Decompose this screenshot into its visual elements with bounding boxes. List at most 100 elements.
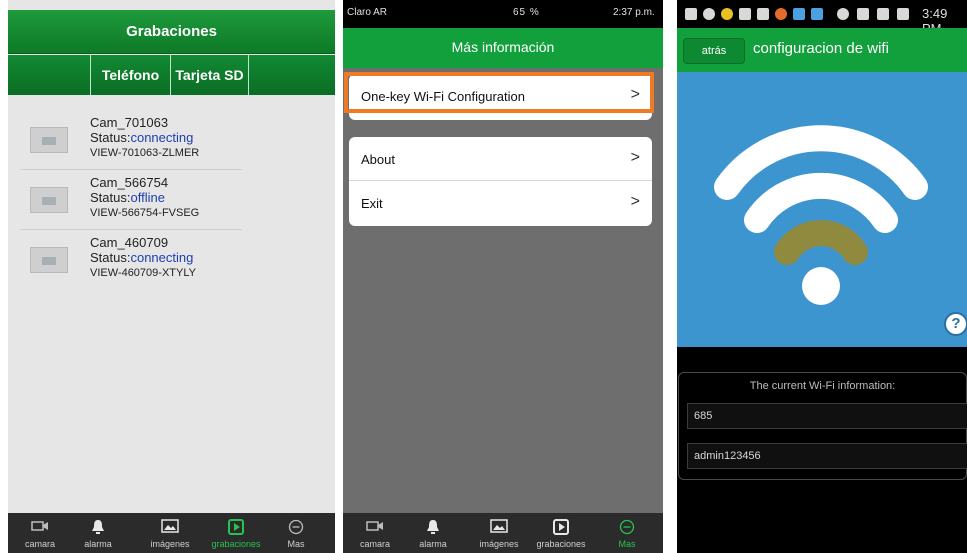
tab-mas[interactable]: Mas bbox=[264, 513, 328, 553]
page-title: configuracion de wifi bbox=[753, 40, 889, 57]
tab-label: Mas bbox=[618, 539, 636, 549]
app-icon bbox=[721, 8, 733, 20]
menu-group-general: About > Exit > bbox=[349, 137, 652, 226]
camera-icon bbox=[31, 521, 48, 531]
list-item[interactable]: Cam_460709 Status:connecting VIEW-460709… bbox=[20, 230, 242, 290]
status-bar: 3:49 PM bbox=[677, 0, 967, 36]
menu-label: About bbox=[361, 152, 395, 167]
video-icon bbox=[42, 257, 56, 265]
tab-label: grabaciones bbox=[211, 539, 261, 549]
camera-status: Status:offline bbox=[90, 190, 165, 205]
tab-label: grabaciones bbox=[536, 539, 586, 549]
chevron-right-icon: > bbox=[630, 193, 640, 210]
camera-name: Cam_460709 bbox=[90, 235, 169, 250]
camera-thumbnail bbox=[30, 127, 68, 153]
tab-alarma[interactable]: alarma bbox=[401, 513, 465, 553]
status-label: Status: bbox=[90, 250, 131, 265]
notification-icon bbox=[757, 8, 769, 20]
tab-sd-card[interactable]: Tarjeta SD bbox=[170, 55, 248, 95]
camera-status: Status:connecting bbox=[90, 250, 193, 265]
battery-icon bbox=[897, 8, 909, 20]
camera-thumbnail bbox=[30, 187, 68, 213]
recordings-list: Cam_701063 Status:connecting VIEW-701063… bbox=[20, 110, 242, 290]
tab-imagenes[interactable]: imágenes bbox=[138, 513, 202, 553]
app-icon bbox=[811, 8, 823, 20]
tab-label: camara bbox=[24, 539, 55, 549]
tab-imagenes[interactable]: imágenes bbox=[467, 513, 531, 553]
tab-mas[interactable]: Mas bbox=[595, 513, 659, 553]
camera-name: Cam_701063 bbox=[90, 115, 169, 130]
usb-icon bbox=[703, 8, 715, 20]
status-bar: Claro AR 65 % 2:37 p.m. bbox=[343, 0, 663, 28]
wifi-illustration: ? bbox=[677, 72, 967, 347]
more-icon bbox=[619, 519, 635, 535]
menu-label: Exit bbox=[361, 196, 383, 211]
app-icon bbox=[793, 8, 805, 20]
storage-tabs: Teléfono Tarjeta SD bbox=[8, 55, 335, 95]
camera-status: Status:connecting bbox=[90, 130, 193, 145]
alarm-icon bbox=[837, 8, 849, 20]
signal-icon bbox=[877, 8, 889, 20]
header-bar: Grabaciones bbox=[8, 10, 335, 54]
tab-blank-right bbox=[248, 55, 335, 95]
tab-label: imágenes bbox=[150, 539, 190, 549]
menu-item-exit[interactable]: Exit > bbox=[349, 181, 652, 225]
list-item[interactable]: Cam_566754 Status:offline VIEW-566754-FV… bbox=[20, 170, 242, 230]
video-icon bbox=[42, 137, 56, 145]
tab-blank bbox=[8, 55, 90, 95]
list-item[interactable]: Cam_701063 Status:connecting VIEW-701063… bbox=[20, 110, 242, 170]
chevron-right-icon: > bbox=[630, 149, 640, 166]
password-field[interactable]: admin123456 bbox=[687, 443, 967, 469]
tab-camara[interactable]: camara bbox=[343, 513, 407, 553]
camera-id: VIEW-701063-ZLMER bbox=[90, 147, 200, 159]
wifi-info-box: The current Wi-Fi information: 685 admin… bbox=[678, 372, 967, 480]
menu-item-about[interactable]: About > bbox=[349, 137, 652, 181]
bottom-tab-bar: camara alarma imágenes grabaciones Mas bbox=[343, 513, 663, 553]
tab-camara[interactable]: camara bbox=[8, 513, 72, 553]
camera-icon bbox=[366, 521, 383, 531]
header-bar: Más información bbox=[343, 28, 663, 68]
notification-icon bbox=[685, 8, 697, 20]
tab-label: Mas bbox=[287, 539, 305, 549]
more-icon bbox=[288, 519, 304, 535]
highlight-box bbox=[344, 72, 654, 113]
header-bar: atrás configuracion de wifi bbox=[677, 28, 967, 72]
tab-grabaciones[interactable]: grabaciones bbox=[529, 513, 593, 553]
camera-thumbnail bbox=[30, 247, 68, 273]
help-button[interactable]: ? bbox=[944, 312, 967, 336]
bell-icon bbox=[92, 520, 104, 534]
wifi-config-screen: 3:49 PM atrás configuracion de wifi ? Th… bbox=[677, 0, 967, 553]
status-label: Status: bbox=[90, 130, 131, 145]
wifi-icon bbox=[714, 125, 928, 305]
camera-name: Cam_566754 bbox=[90, 175, 169, 190]
page-title: Grabaciones bbox=[126, 23, 217, 40]
wifi-info-header: The current Wi-Fi information: bbox=[749, 380, 896, 392]
play-icon bbox=[553, 519, 569, 535]
image-icon bbox=[490, 519, 508, 533]
video-icon bbox=[42, 197, 56, 205]
back-button[interactable]: atrás bbox=[683, 38, 745, 64]
image-icon bbox=[161, 519, 179, 533]
camera-id: VIEW-566754-FVSEG bbox=[90, 207, 200, 219]
status-value: connecting bbox=[130, 130, 194, 145]
app-icon bbox=[775, 8, 787, 20]
battery-indicator: 65 % bbox=[513, 7, 540, 18]
tab-label: alarma bbox=[419, 539, 447, 549]
tab-alarma[interactable]: alarma bbox=[66, 513, 130, 553]
tab-grabaciones[interactable]: grabaciones bbox=[204, 513, 268, 553]
bell-icon bbox=[427, 520, 439, 534]
recordings-screen: Grabaciones Teléfono Tarjeta SD Cam_7010… bbox=[8, 0, 335, 553]
wifi-status-icon bbox=[857, 8, 869, 20]
bottom-tab-bar: camara alarma imágenes grabaciones Mas bbox=[8, 513, 335, 553]
tab-label: camara bbox=[359, 539, 390, 549]
camera-id: VIEW-460709-XTYLY bbox=[90, 267, 196, 279]
tab-phone[interactable]: Teléfono bbox=[90, 55, 170, 95]
status-value: offline bbox=[130, 190, 165, 205]
status-label: Status: bbox=[90, 190, 131, 205]
tab-label: imágenes bbox=[479, 539, 519, 549]
more-info-screen: Claro AR 65 % 2:37 p.m. Más información … bbox=[343, 0, 663, 553]
play-icon bbox=[228, 519, 244, 535]
ssid-field[interactable]: 685 bbox=[687, 403, 967, 429]
status-value: connecting bbox=[130, 250, 194, 265]
carrier-name: Claro AR bbox=[347, 7, 388, 18]
